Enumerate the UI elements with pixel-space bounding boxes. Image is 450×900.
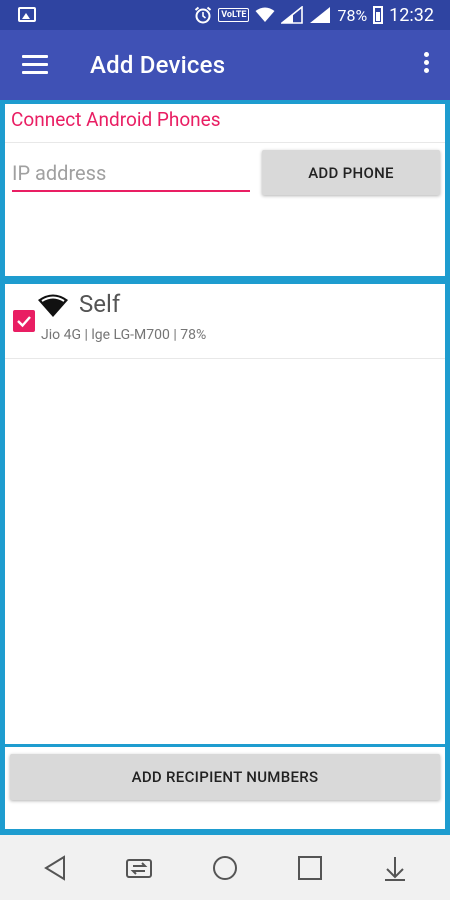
connect-section-title: Connect Android Phones (11, 108, 221, 131)
cell-signal-icon (281, 6, 304, 24)
device-name: Self (79, 290, 121, 318)
device-info: Jio 4G | lge LG-M700 | 78% (41, 327, 207, 343)
cell-signal-icon-2 (310, 7, 331, 23)
divider (5, 142, 445, 143)
add-recipient-numbers-button[interactable]: ADD RECIPIENT NUMBERS (10, 754, 440, 800)
battery-percent: 78% (337, 5, 368, 25)
clock: 12:32 (389, 4, 434, 26)
divider (5, 358, 445, 359)
battery-icon (373, 6, 384, 24)
app-bar: Add Devices (0, 30, 450, 100)
home-icon[interactable] (210, 853, 240, 883)
add-phone-button[interactable]: ADD PHONE (262, 150, 440, 195)
notification-pull-icon[interactable] (380, 853, 410, 883)
alarm-icon (195, 6, 212, 24)
overflow-menu-icon[interactable] (422, 52, 430, 78)
list-item[interactable]: Self Jio 4G | lge LG-M700 | 78% (5, 284, 445, 358)
check-icon (17, 316, 31, 328)
wifi-icon (38, 294, 68, 317)
gallery-icon (18, 7, 36, 22)
back-icon[interactable] (40, 853, 70, 883)
connect-panel: Connect Android Phones ADD PHONE (5, 104, 445, 276)
navigation-bar (0, 835, 450, 900)
volte-icon: VoLTE (218, 8, 250, 22)
device-list: Self Jio 4G | lge LG-M700 | 78% (5, 284, 445, 744)
switch-sim-icon[interactable] (124, 853, 154, 883)
bottom-panel: ADD RECIPIENT NUMBERS (5, 747, 445, 829)
status-icons: VoLTE 78% 12:32 (194, 0, 434, 30)
page-title: Add Devices (90, 51, 226, 79)
wifi-status-icon (255, 7, 275, 22)
ip-address-input[interactable] (12, 156, 250, 192)
hamburger-menu-icon[interactable] (22, 55, 48, 75)
recents-icon[interactable] (295, 853, 325, 883)
device-checkbox[interactable] (13, 310, 35, 332)
status-bar: VoLTE 78% 12:32 (0, 0, 450, 30)
